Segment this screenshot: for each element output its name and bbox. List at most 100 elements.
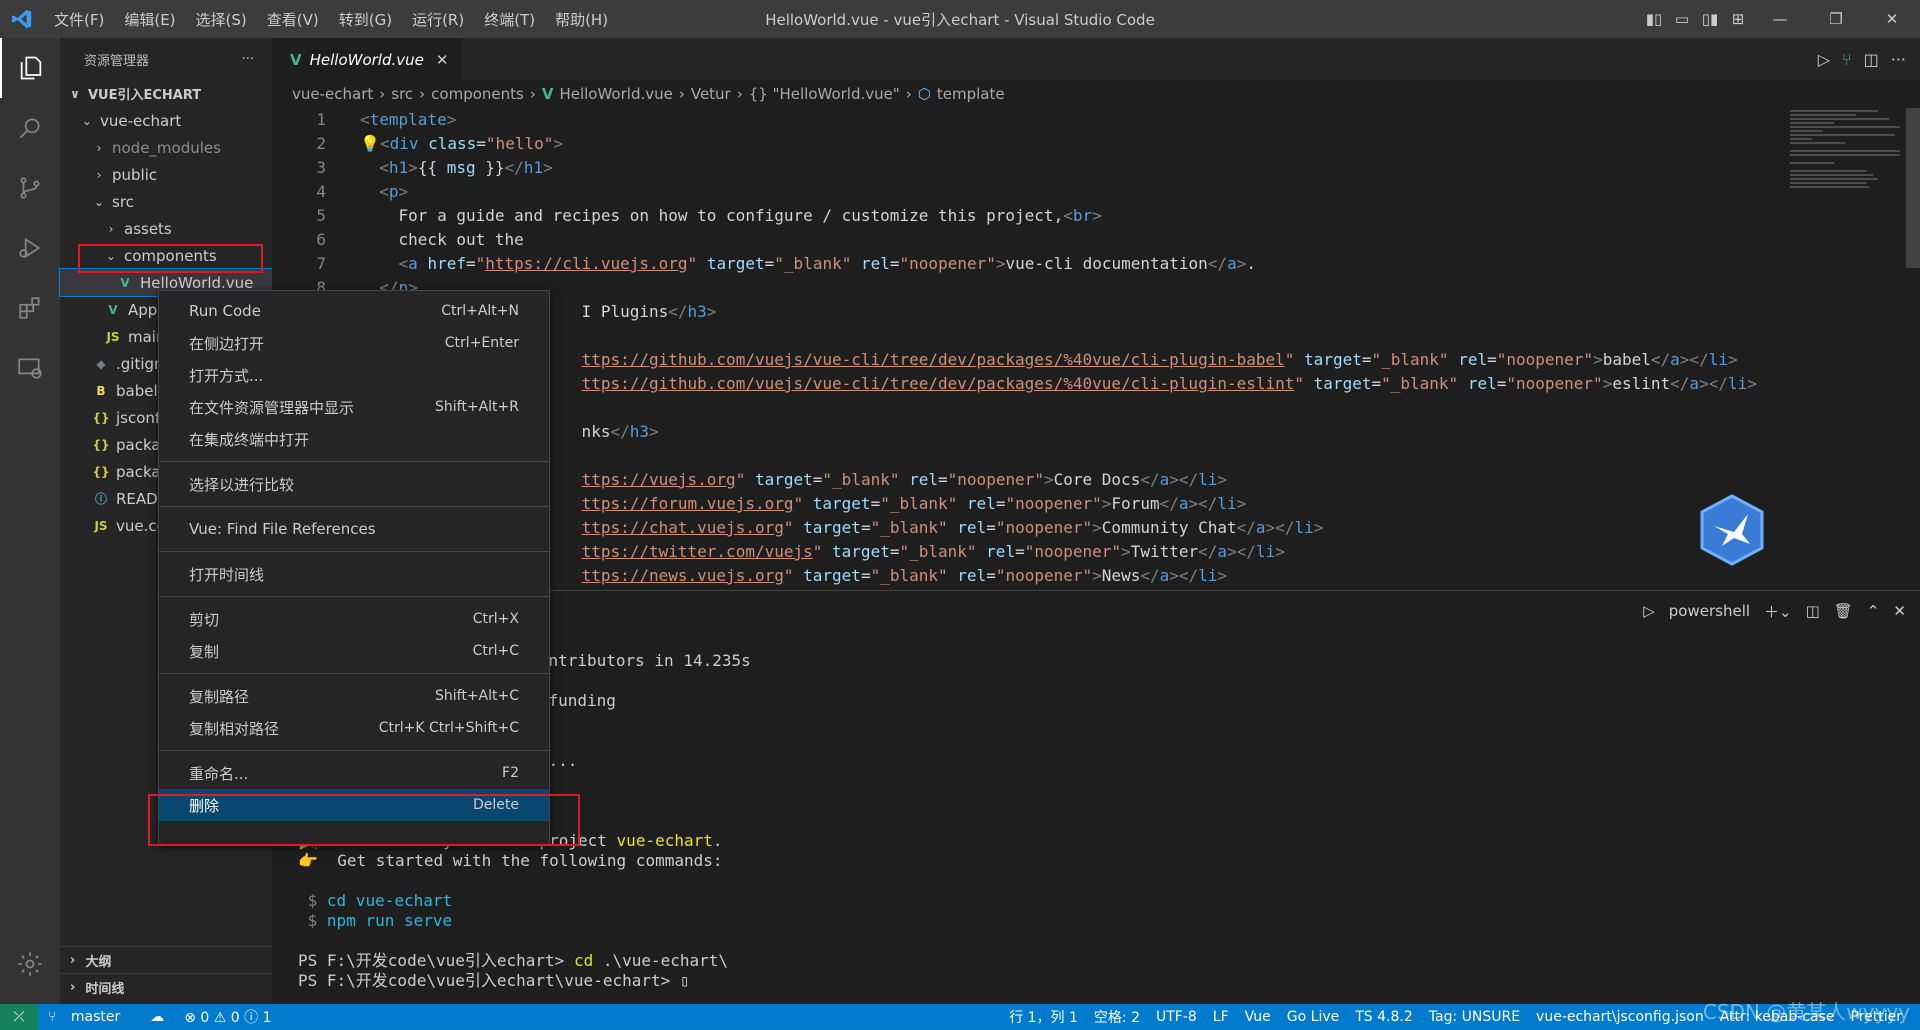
menu-item[interactable]: 帮助(H) [545, 9, 618, 30]
explorer-more-icon[interactable]: ··· [242, 52, 254, 67]
extensions-icon[interactable] [0, 278, 60, 338]
file-type-icon: B [96, 383, 106, 398]
menu-item[interactable]: 文件(F) [44, 9, 114, 30]
more-actions-icon[interactable]: ··· [1891, 50, 1906, 69]
context-menu-item[interactable]: 打开方式... [159, 359, 549, 391]
menu-item[interactable]: 运行(R) [402, 9, 474, 30]
context-menu-item[interactable]: 选择以进行比较 [159, 468, 549, 500]
file-type-icon: V [120, 275, 130, 290]
context-menu-item[interactable]: 在集成终端中打开 [159, 423, 549, 455]
context-menu-item[interactable]: 在侧边打开 Ctrl+Enter [159, 327, 549, 359]
file-type-icon: ⓘ [94, 492, 107, 506]
vue-file-icon: V [290, 50, 302, 69]
new-terminal-icon[interactable]: ＋⌄ [1764, 601, 1792, 622]
split-terminal-icon[interactable]: ◫ [1806, 602, 1820, 620]
template-symbol-icon: ⬡ [917, 85, 931, 103]
toggle-sidebar-icon[interactable]: ▮▯ [1640, 10, 1668, 28]
remote-icon[interactable]: ⤫ [0, 1004, 38, 1030]
status-item[interactable]: Vue [1245, 1009, 1271, 1025]
status-item[interactable]: UTF-8 [1156, 1009, 1197, 1025]
maximize-panel-icon[interactable]: ⌃ [1867, 602, 1880, 620]
explorer-icon[interactable] [0, 38, 60, 98]
breadcrumb-item[interactable]: components [431, 85, 524, 103]
close-panel-icon[interactable]: ✕ [1893, 602, 1906, 620]
run-debug-icon[interactable] [0, 218, 60, 278]
menu-item-label: 打开时间线 [189, 565, 265, 584]
source-control-icon[interactable] [0, 158, 60, 218]
tab-helloworld[interactable]: V HelloWorld.vue ✕ [272, 38, 463, 80]
floating-bird-app-icon[interactable] [1700, 494, 1764, 566]
status-item[interactable]: LF [1213, 1009, 1229, 1025]
status-item[interactable]: Go Live [1287, 1009, 1339, 1025]
trash-icon[interactable]: 🗑 [1834, 602, 1853, 620]
status-item[interactable]: Tag: UNSURE [1429, 1009, 1520, 1025]
file-type-icon: JS [106, 329, 120, 344]
breadcrumb-item[interactable]: vue-echart [292, 85, 373, 103]
split-editor-icon[interactable]: ◫ [1864, 50, 1879, 69]
remote-explorer-icon[interactable] [0, 338, 60, 398]
status-item[interactable]: TS 4.8.2 [1355, 1009, 1413, 1025]
run-icon[interactable]: ▷ [1818, 50, 1830, 69]
git-branch[interactable]: ⑂ master [48, 1009, 130, 1025]
minimize-button[interactable]: — [1752, 10, 1808, 28]
search-icon[interactable] [0, 98, 60, 158]
breadcrumb-item[interactable]: {} "HelloWorld.vue" [749, 85, 900, 103]
settings-gear-icon[interactable] [0, 934, 60, 994]
workspace-root[interactable]: ∨ VUE引入ECHART [60, 80, 272, 107]
menu-item[interactable]: 选择(S) [186, 9, 257, 30]
breadcrumb-item[interactable]: src [391, 85, 413, 103]
tree-item[interactable]: › public [60, 161, 272, 188]
menu-item[interactable]: 转到(G) [329, 9, 402, 30]
minimap-line [1790, 126, 1900, 128]
chevron-right-icon: › [70, 952, 76, 968]
line-number: 4 [316, 182, 326, 201]
file-type-icon: V [108, 302, 118, 317]
menu-item[interactable]: 编辑(E) [114, 9, 185, 30]
minimap-line [1790, 174, 1873, 176]
menu-item-label: 删除 [189, 796, 220, 815]
git-compare-icon[interactable]: ⑂ [1842, 50, 1852, 69]
minimap-line [1790, 178, 1878, 180]
status-item[interactable]: 空格: 2 [1094, 1007, 1140, 1027]
menu-item[interactable]: 终端(T) [474, 9, 545, 30]
timeline-section[interactable]: › 时间线 [60, 973, 272, 1000]
minimap[interactable] [1790, 108, 1900, 228]
context-menu-item[interactable]: 复制相对路径 Ctrl+K Ctrl+Shift+C [159, 712, 549, 744]
status-bar: ⤫ ⑂ master ☁ ⊗ 0 ⚠ 0 ⓘ 1 行 1，列 1 空格: 2 UTF… [0, 1004, 1920, 1030]
shell-label[interactable]: powershell [1669, 602, 1750, 620]
context-menu-item[interactable]: 重命名... F2 [159, 757, 549, 789]
status-item[interactable]: 行 1，列 1 [1009, 1007, 1078, 1027]
menu-item[interactable]: 查看(V) [257, 9, 329, 30]
context-menu-item[interactable]: Vue: Find File References [159, 513, 549, 545]
context-menu-item[interactable]: 打开时间线 [159, 558, 549, 590]
tree-item[interactable]: ⌄ src [60, 188, 272, 215]
toggle-secondary-sidebar-icon[interactable]: ▯▮ [1696, 10, 1724, 28]
editor-scrollbar[interactable] [1906, 108, 1920, 268]
toggle-panel-icon[interactable]: ▭ [1668, 10, 1696, 28]
context-menu-item[interactable]: Run Code Ctrl+Alt+N [159, 295, 549, 327]
close-window-button[interactable]: ✕ [1864, 10, 1920, 28]
tree-item[interactable]: ⌄ components [60, 242, 272, 269]
menu-item-label: 选择以进行比较 [189, 475, 295, 494]
tree-item[interactable]: › node_modules [60, 134, 272, 161]
context-menu-item[interactable]: 复制 Ctrl+C [159, 635, 549, 667]
line-number: 7 [316, 254, 326, 273]
breadcrumb-item[interactable]: HelloWorld.vue [559, 85, 672, 103]
restore-button[interactable]: ❐ [1808, 10, 1864, 28]
tree-item[interactable]: ⌄ vue-echart [60, 107, 272, 134]
breadcrumb-item[interactable]: template [937, 85, 1005, 103]
close-icon[interactable]: ✕ [436, 51, 449, 69]
branch-label: master [70, 1009, 121, 1025]
context-menu-item[interactable]: 在文件资源管理器中显示 Shift+Alt+R [159, 391, 549, 423]
customize-layout-icon[interactable]: ⊞ [1724, 10, 1752, 28]
tree-item[interactable]: › assets [60, 215, 272, 242]
context-menu-item[interactable]: 复制路径 Shift+Alt+C [159, 680, 549, 712]
status-item[interactable]: vue-echart\jsconfig.json [1536, 1009, 1704, 1025]
sync-icon[interactable]: ☁ [150, 1009, 164, 1025]
breadcrumb-item[interactable]: Vetur [691, 85, 731, 103]
problems-indicator[interactable]: ⊗ 0 ⚠ 0 ⓘ 1 [184, 1007, 271, 1027]
line-number: 2 [316, 134, 326, 153]
context-menu-item[interactable]: 删除 Delete [159, 789, 549, 821]
context-menu-item[interactable]: 剪切 Ctrl+X [159, 603, 549, 635]
outline-section[interactable]: › 大纲 [60, 946, 272, 973]
